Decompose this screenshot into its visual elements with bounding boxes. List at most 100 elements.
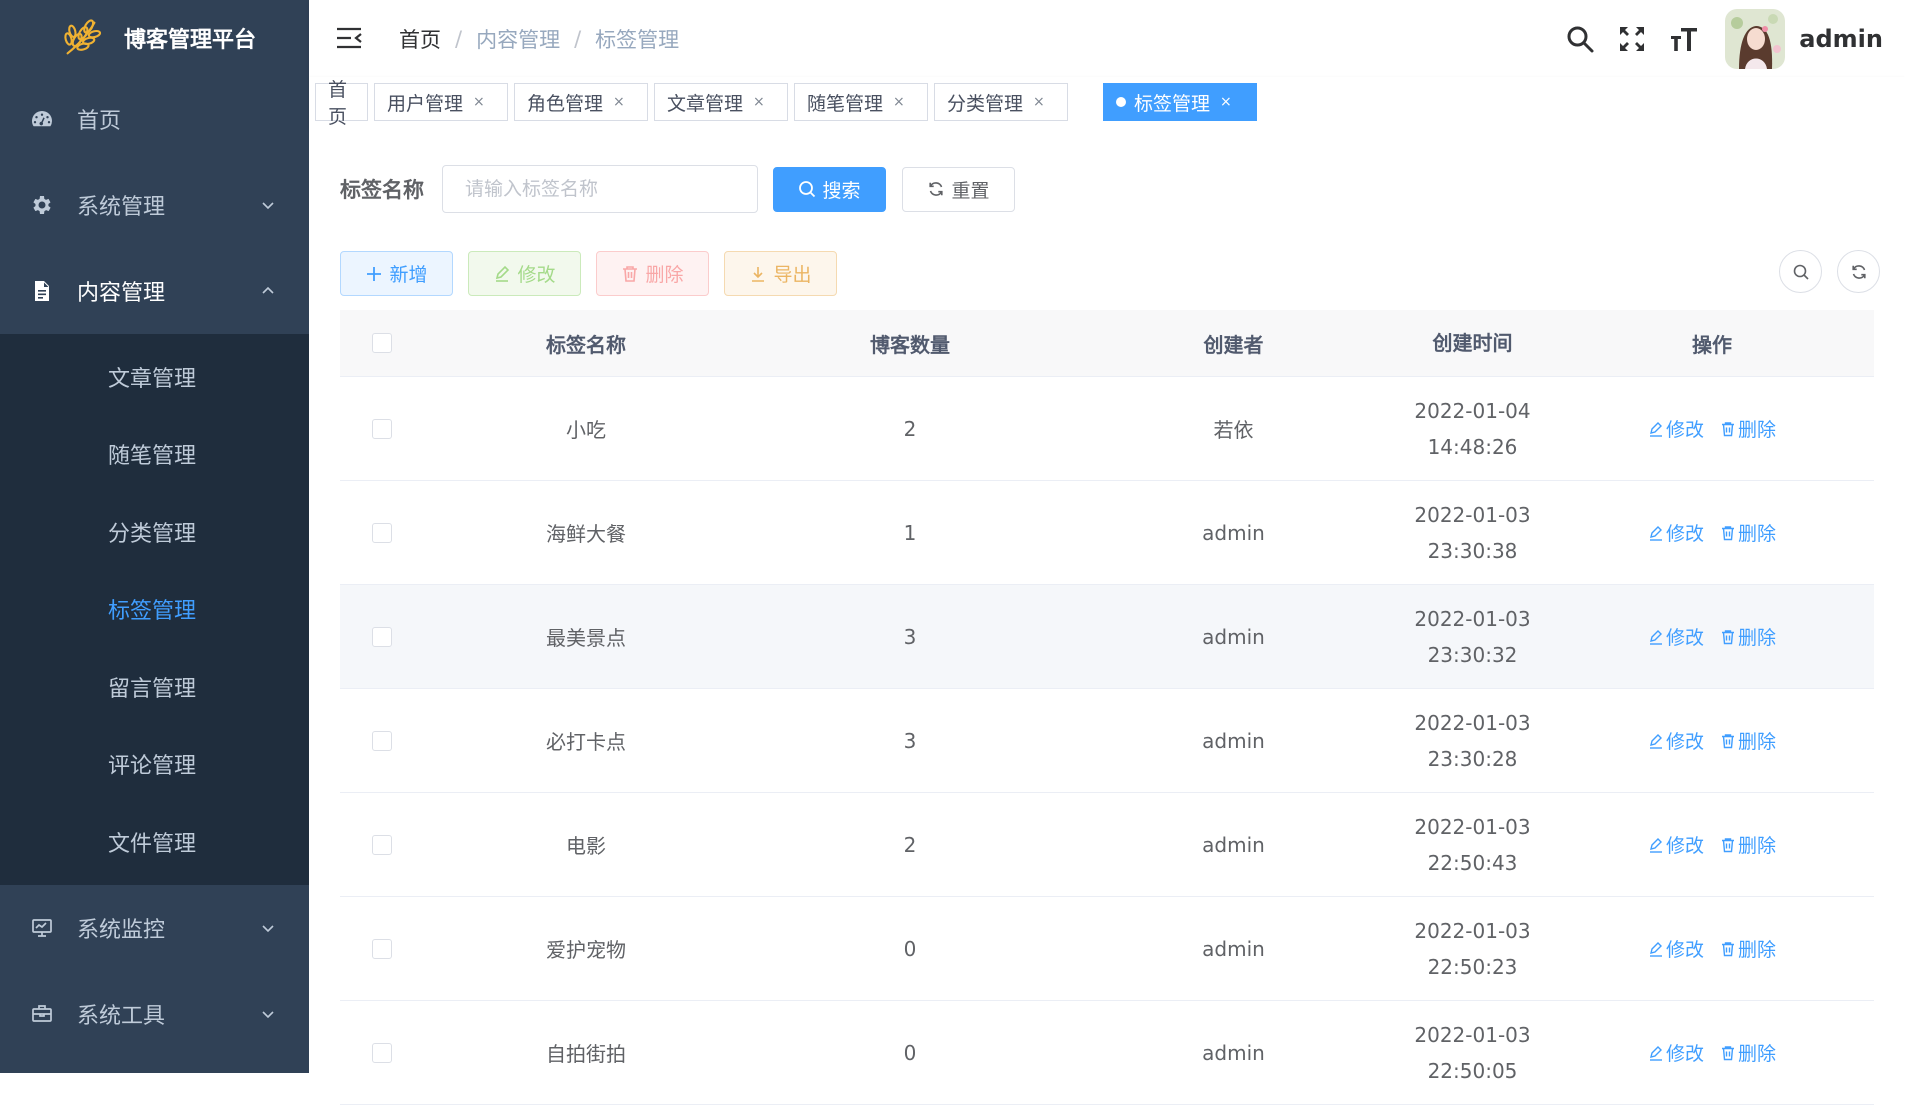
- row-delete-link[interactable]: 删除: [1720, 1039, 1776, 1066]
- table-row: 电影 2 admin 2022-01-03 22:50:43 修改 删除: [340, 793, 1874, 897]
- tab-role-management[interactable]: 角色管理 ×: [514, 83, 648, 121]
- row-delete-link[interactable]: 删除: [1720, 831, 1776, 858]
- row-delete-label: 删除: [1738, 1043, 1777, 1065]
- row-select-cell: [340, 522, 424, 543]
- row-checkbox[interactable]: [372, 418, 392, 439]
- sidebar-item-messages[interactable]: 留言管理: [0, 648, 309, 726]
- sidebar-item-categories[interactable]: 分类管理: [0, 493, 309, 571]
- row-delete-link[interactable]: 删除: [1720, 727, 1776, 754]
- row-edit-link[interactable]: 修改: [1648, 727, 1704, 754]
- row-edit-link[interactable]: 修改: [1648, 623, 1704, 650]
- create-time-cell: 2022-01-03 22:50:05: [1395, 1017, 1550, 1089]
- tab-tag-management[interactable]: 标签管理 ×: [1103, 83, 1257, 121]
- trash-icon: [1722, 629, 1734, 644]
- add-button[interactable]: 新增: [340, 251, 453, 296]
- search-icon: [799, 181, 816, 198]
- sidebar-item-monitor[interactable]: 系统监控: [0, 885, 309, 971]
- tags-view: 首页 用户管理 × 角色管理 × 文章管理 × 随笔管理 × 分类管理 × 标签…: [309, 77, 1905, 129]
- sidebar-item-files[interactable]: 文件管理: [0, 803, 309, 881]
- tab-user-management[interactable]: 用户管理 ×: [374, 83, 508, 121]
- edit-button[interactable]: 修改: [468, 251, 581, 296]
- row-edit-link[interactable]: 修改: [1648, 415, 1704, 442]
- refresh-button[interactable]: [1837, 250, 1880, 293]
- avatar[interactable]: [1725, 8, 1786, 69]
- sidebar-item-articles[interactable]: 文章管理: [0, 338, 309, 416]
- creator-cell: admin: [1202, 936, 1265, 961]
- row-delete-link[interactable]: 删除: [1720, 623, 1776, 650]
- hamburger-icon[interactable]: [335, 24, 363, 52]
- tab-category-management[interactable]: 分类管理 ×: [934, 83, 1068, 121]
- table-row: 海鲜大餐 1 admin 2022-01-03 23:30:38 修改 删除: [340, 481, 1874, 585]
- tag-name-cell: 自拍街拍: [546, 1042, 626, 1066]
- close-icon[interactable]: ×: [753, 94, 765, 110]
- sidebar-item-label: 系统监控: [77, 917, 166, 943]
- row-checkbox[interactable]: [372, 834, 392, 855]
- row-edit-link[interactable]: 修改: [1648, 519, 1704, 546]
- row-checkbox[interactable]: [372, 522, 392, 543]
- row-delete-link[interactable]: 删除: [1720, 415, 1776, 442]
- action-toolbar: 新增 修改 删除 导出: [340, 251, 852, 296]
- row-select-cell: [340, 1042, 424, 1063]
- sidebar-item-comments[interactable]: 评论管理: [0, 726, 309, 804]
- export-button[interactable]: 导出: [724, 251, 837, 296]
- row-delete-link[interactable]: 删除: [1720, 935, 1776, 962]
- row-edit-link[interactable]: 修改: [1648, 831, 1704, 858]
- row-delete-label: 删除: [1738, 627, 1777, 649]
- sidebar-item-tags[interactable]: 标签管理: [0, 571, 309, 649]
- fullscreen-icon[interactable]: [1617, 24, 1647, 54]
- sidebar-item-essays[interactable]: 随笔管理: [0, 416, 309, 494]
- navbar: 首页 / 内容管理 / 标签管理 admin: [309, 0, 1905, 77]
- close-icon[interactable]: ×: [473, 94, 485, 110]
- monitor-icon: [29, 915, 55, 941]
- row-delete-label: 删除: [1738, 835, 1777, 857]
- row-checkbox[interactable]: [372, 1042, 392, 1063]
- search-button[interactable]: 搜索: [773, 166, 886, 212]
- delete-button[interactable]: 删除: [596, 251, 709, 296]
- sidebar: 博客管理平台 首页 系统管理 内容管理 文章管理 随笔管理 分类管理 标签管理 …: [0, 0, 309, 1073]
- row-select-cell: [340, 834, 424, 855]
- creator-cell: admin: [1202, 832, 1265, 857]
- refresh-icon: [929, 182, 944, 196]
- close-icon[interactable]: ×: [613, 94, 625, 110]
- close-icon[interactable]: ×: [893, 94, 905, 110]
- dashboard-icon: [29, 106, 55, 132]
- tab-article-management[interactable]: 文章管理 ×: [654, 83, 788, 121]
- logo[interactable]: 博客管理平台: [0, 0, 309, 76]
- refresh-icon: [1851, 264, 1866, 279]
- export-button-label: 导出: [773, 264, 812, 286]
- close-icon[interactable]: ×: [1220, 94, 1232, 110]
- create-clock: 23:30:38: [1427, 538, 1518, 563]
- select-all-checkbox[interactable]: [372, 333, 392, 353]
- row-checkbox[interactable]: [372, 938, 392, 959]
- reset-button[interactable]: 重置: [902, 166, 1015, 212]
- breadcrumb-home[interactable]: 首页: [399, 24, 441, 54]
- row-delete-label: 删除: [1738, 419, 1777, 441]
- search-icon[interactable]: [1565, 24, 1595, 54]
- tab-essay-management[interactable]: 随笔管理 ×: [794, 83, 928, 121]
- sidebar-item-tools[interactable]: 系统工具: [0, 971, 309, 1057]
- row-checkbox[interactable]: [372, 730, 392, 751]
- download-icon: [752, 266, 765, 282]
- tag-name-input[interactable]: [442, 165, 758, 213]
- create-time-cell: 2022-01-03 23:30:28: [1395, 705, 1550, 777]
- sidebar-item-home[interactable]: 首页: [0, 76, 309, 162]
- tab-home[interactable]: 首页: [315, 79, 368, 128]
- row-delete-link[interactable]: 删除: [1720, 519, 1776, 546]
- sidebar-item-content[interactable]: 内容管理: [0, 248, 309, 334]
- row-checkbox[interactable]: [372, 626, 392, 647]
- creator-cell: admin: [1202, 1040, 1265, 1065]
- font-size-icon[interactable]: [1669, 24, 1699, 54]
- row-edit-link[interactable]: 修改: [1648, 1039, 1704, 1066]
- creator-cell: 若依: [1213, 418, 1254, 442]
- tag-name-cell: 爱护宠物: [546, 938, 626, 962]
- close-icon[interactable]: ×: [1033, 94, 1045, 110]
- sidebar-item-system[interactable]: 系统管理: [0, 162, 309, 248]
- create-clock: 22:50:05: [1427, 1058, 1518, 1083]
- row-edit-label: 修改: [1665, 731, 1704, 753]
- sidebar-item-label: 系统工具: [77, 1003, 166, 1029]
- create-clock: 22:50:23: [1427, 954, 1518, 979]
- edit-icon: [1649, 525, 1662, 541]
- toggle-search-button[interactable]: [1779, 250, 1822, 293]
- username[interactable]: admin: [1799, 25, 1883, 53]
- row-edit-link[interactable]: 修改: [1648, 935, 1704, 962]
